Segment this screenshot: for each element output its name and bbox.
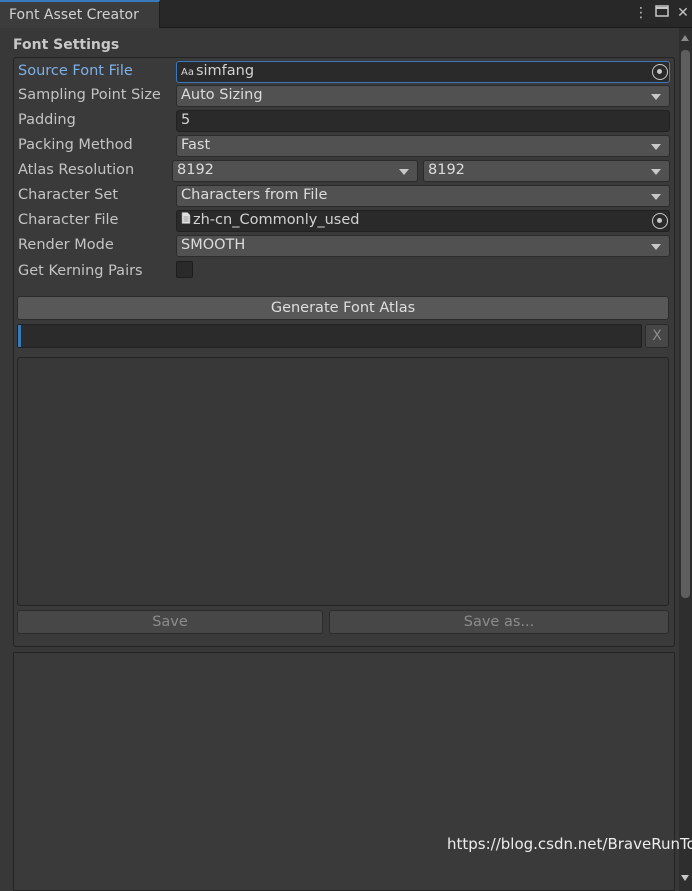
atlas-height-value: 8192 (428, 162, 465, 178)
atlas-width-dropdown[interactable]: 8192 (172, 160, 418, 182)
packing-method-row: Packing Method Fast (18, 135, 670, 157)
chevron-down-icon (651, 194, 661, 200)
character-file-row: Character File zh-cn_Commonly_used (18, 210, 670, 232)
chevron-down-icon (651, 144, 661, 150)
save-as-button[interactable]: Save as... (329, 610, 669, 634)
section-title: Font Settings (13, 37, 120, 53)
sampling-point-size-label: Sampling Point Size (18, 87, 161, 103)
character-set-row: Character Set Characters from File (18, 185, 670, 207)
kerning-pairs-row: Get Kerning Pairs (18, 261, 670, 283)
kebab-menu-icon[interactable]: ⋮ (632, 4, 650, 22)
padding-label: Padding (18, 112, 76, 128)
generate-font-atlas-button[interactable]: Generate Font Atlas (17, 296, 669, 320)
padding-input[interactable]: 5 (176, 110, 670, 132)
source-font-value: simfang (195, 63, 255, 79)
source-font-field[interactable]: Aa simfang (176, 61, 670, 83)
sampling-point-size-value: Auto Sizing (181, 87, 263, 103)
atlas-height-dropdown[interactable]: 8192 (423, 160, 670, 182)
character-file-field[interactable]: zh-cn_Commonly_used (176, 210, 670, 232)
sampling-point-size-dropdown[interactable]: Auto Sizing (176, 85, 670, 107)
kerning-pairs-checkbox[interactable] (176, 261, 193, 278)
scroll-thumb[interactable] (681, 50, 690, 598)
character-file-value: zh-cn_Commonly_used (193, 212, 360, 228)
atlas-resolution-row: Atlas Resolution 8192 8192 (18, 160, 670, 182)
object-picker-icon[interactable] (652, 213, 668, 229)
maximize-icon[interactable] (653, 4, 671, 22)
vertical-scrollbar[interactable] (679, 28, 692, 891)
text-file-icon (181, 212, 191, 227)
source-font-row: Source Font File Aa simfang (18, 61, 670, 83)
chevron-down-icon (399, 169, 409, 175)
scroll-up-icon[interactable] (681, 35, 689, 41)
generation-progress-bar (17, 324, 642, 348)
chevron-down-icon (651, 244, 661, 250)
close-icon[interactable]: ✕ (674, 4, 692, 22)
tab-font-asset-creator[interactable]: Font Asset Creator (0, 0, 160, 28)
packing-method-value: Fast (181, 137, 211, 153)
character-file-label: Character File (18, 212, 119, 228)
render-mode-value: SMOOTH (181, 237, 246, 253)
font-file-icon: Aa (181, 67, 194, 78)
packing-method-dropdown[interactable]: Fast (176, 135, 670, 157)
character-set-label: Character Set (18, 187, 119, 203)
object-picker-icon[interactable] (652, 64, 668, 80)
atlas-texture-panel (13, 652, 675, 891)
save-button[interactable]: Save (17, 610, 323, 634)
scroll-down-icon[interactable] (681, 875, 689, 881)
render-mode-row: Render Mode SMOOTH (18, 235, 670, 257)
sampling-point-size-row: Sampling Point Size Auto Sizing (18, 85, 670, 107)
padding-row: Padding 5 (18, 110, 670, 132)
atlas-preview-area (17, 357, 669, 606)
watermark-text: https://blog.csdn.net/BraveRunTo (447, 835, 692, 853)
packing-method-label: Packing Method (18, 137, 133, 153)
atlas-resolution-label: Atlas Resolution (18, 162, 135, 178)
source-font-label: Source Font File (18, 63, 133, 79)
chevron-down-icon (651, 169, 661, 175)
chevron-down-icon (651, 94, 661, 100)
window-content: Font Settings Source Font File Aa simfang… (0, 28, 679, 891)
clear-progress-button[interactable]: X (645, 324, 669, 348)
render-mode-label: Render Mode (18, 237, 114, 253)
render-mode-dropdown[interactable]: SMOOTH (176, 235, 670, 257)
window-titlebar: Font Asset Creator ⋮ ✕ (0, 0, 692, 28)
character-set-dropdown[interactable]: Characters from File (176, 185, 670, 207)
atlas-width-value: 8192 (177, 162, 214, 178)
character-set-value: Characters from File (181, 187, 328, 203)
tab-title: Font Asset Creator (9, 7, 139, 23)
progress-fill (18, 325, 21, 347)
kerning-pairs-label: Get Kerning Pairs (18, 263, 143, 279)
